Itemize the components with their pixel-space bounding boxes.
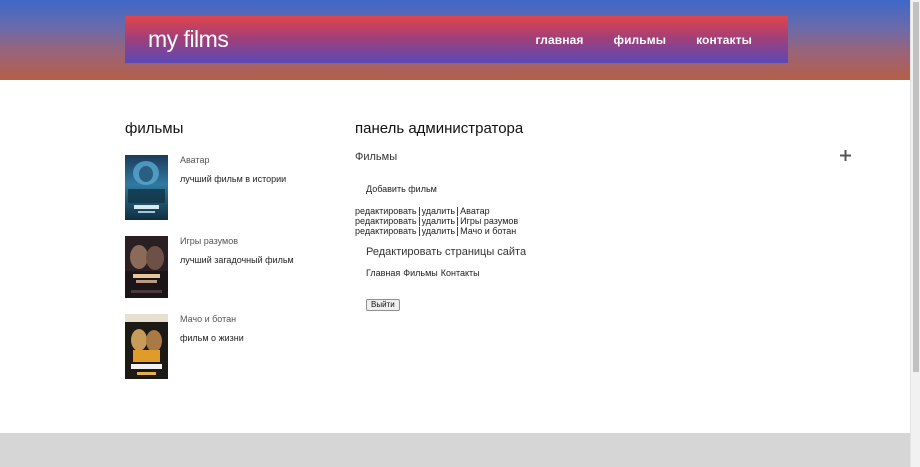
plus-icon[interactable]: [840, 150, 851, 161]
nav-link-home[interactable]: главная: [535, 33, 583, 47]
admin-film-title: Игры разумов: [460, 216, 519, 226]
admin-film-row: редактировать удалить Игры разумов: [355, 216, 518, 226]
edit-site-pages-title: Редактировать страницы сайта: [366, 246, 527, 258]
site-pages-list: Главная Фильмы Контакты: [366, 268, 480, 278]
edit-link[interactable]: редактировать: [355, 216, 417, 226]
separator: [457, 226, 459, 236]
film-description: фильм о жизни: [180, 333, 244, 343]
admin-film-row: редактировать удалить Мачо и ботан: [355, 226, 518, 236]
site-logo[interactable]: my films: [148, 26, 229, 53]
main-nav: главная фильмы контакты: [535, 33, 752, 47]
film-poster-avatar[interactable]: [125, 155, 168, 220]
admin-film-title: Аватар: [460, 206, 490, 216]
film-item[interactable]: Аватар лучший фильм в истории: [125, 155, 325, 221]
admin-panel: панель администратора Фильмы Добавить фи…: [355, 120, 775, 311]
separator: [418, 226, 420, 236]
film-description: лучший фильм в истории: [180, 174, 287, 184]
films-section: фильмы Аватар лучший фильм в истории Игр…: [125, 120, 325, 379]
film-title[interactable]: Игры разумов: [180, 236, 238, 246]
delete-link[interactable]: удалить: [422, 216, 456, 226]
admin-film-list: редактировать удалить Аватар редактирова…: [355, 206, 518, 236]
page-footer: [0, 433, 910, 467]
film-item[interactable]: Игры разумов лучший загадочный фильм: [125, 236, 325, 302]
site-header: my films главная фильмы контакты: [125, 16, 788, 63]
separator: [418, 216, 420, 226]
nav-link-films[interactable]: фильмы: [613, 33, 666, 47]
admin-film-title: Мачо и ботан: [460, 226, 517, 236]
film-poster-macho-botan[interactable]: [125, 314, 168, 379]
admin-film-row: редактировать удалить Аватар: [355, 206, 518, 216]
film-description: лучший загадочный фильм: [180, 255, 294, 265]
films-section-title: фильмы: [125, 120, 184, 137]
vertical-scrollbar[interactable]: [910, 0, 920, 467]
admin-films-label: Фильмы: [355, 151, 398, 163]
site-page-link-films[interactable]: Фильмы: [403, 268, 437, 278]
edit-link[interactable]: редактировать: [355, 206, 417, 216]
delete-link[interactable]: удалить: [422, 226, 456, 236]
scrollbar-thumb[interactable]: [913, 2, 919, 372]
separator: [418, 206, 420, 216]
site-page-link-home[interactable]: Главная: [366, 268, 400, 278]
film-item[interactable]: Мачо и ботан фильм о жизни: [125, 314, 325, 380]
film-poster-mind-games[interactable]: [125, 236, 168, 298]
separator: [457, 206, 459, 216]
film-title[interactable]: Мачо и ботан: [180, 314, 236, 324]
delete-link[interactable]: удалить: [422, 206, 456, 216]
logout-button[interactable]: Выйти: [366, 299, 400, 311]
edit-link[interactable]: редактировать: [355, 226, 417, 236]
separator: [457, 216, 459, 226]
film-title[interactable]: Аватар: [180, 155, 210, 165]
nav-link-contacts[interactable]: контакты: [696, 33, 752, 47]
site-page-link-contacts[interactable]: Контакты: [441, 268, 480, 278]
admin-panel-title: панель администратора: [355, 120, 524, 137]
add-film-link[interactable]: Добавить фильм: [366, 184, 437, 194]
